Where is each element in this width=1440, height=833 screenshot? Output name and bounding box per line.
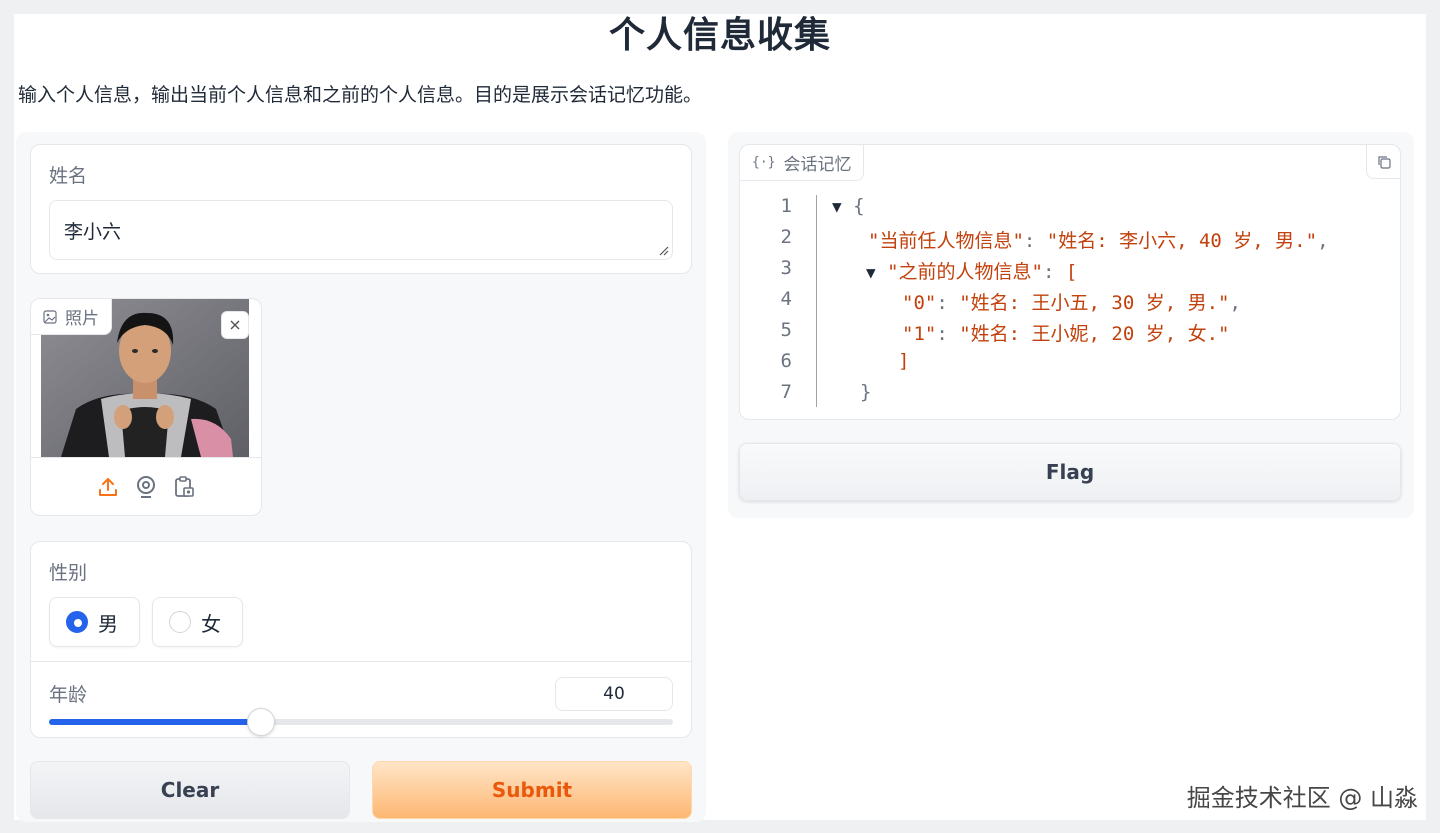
- radio-unselected-icon: [169, 611, 191, 633]
- gender-age-block: 性别 男 女 年龄 40: [30, 541, 692, 738]
- age-slider[interactable]: [49, 708, 673, 736]
- line-number: 7: [780, 381, 792, 403]
- gender-label: 性别: [49, 562, 88, 584]
- webcam-icon[interactable]: [134, 475, 158, 499]
- json-icon: {·}: [752, 155, 776, 170]
- line-number: 4: [780, 288, 792, 310]
- name-input[interactable]: 李小六: [49, 200, 673, 260]
- remove-photo-button[interactable]: [221, 311, 249, 339]
- page-description: 输入个人信息，输出当前个人信息和之前的个人信息。目的是展示会话记忆功能。: [18, 84, 703, 106]
- photo-source-toolbar: [31, 457, 261, 515]
- gender-option-female-label: 女: [201, 611, 221, 636]
- age-number-input[interactable]: 40: [555, 677, 673, 711]
- upload-icon[interactable]: [96, 475, 120, 499]
- json-value: "姓名: 王小妮, 20 岁, 女.": [959, 323, 1230, 345]
- app-window: 个人信息收集 输入个人信息，输出当前个人信息和之前的个人信息。目的是展示会话记忆…: [14, 14, 1426, 822]
- collapse-triangle-icon[interactable]: ▼: [832, 197, 842, 216]
- photo-label: 照片: [65, 309, 99, 329]
- image-icon: [43, 309, 57, 324]
- gender-option-female[interactable]: 女: [152, 597, 243, 647]
- line-number: 1: [780, 195, 792, 217]
- photo-label-tag: 照片: [31, 299, 112, 335]
- json-key: "当前任人物信息": [868, 230, 1024, 252]
- line-number: 6: [780, 350, 792, 372]
- submit-button[interactable]: Submit: [372, 761, 692, 819]
- gender-option-male[interactable]: 男: [49, 597, 140, 647]
- json-key: "之前的人物信息": [887, 261, 1043, 283]
- name-input-value: 李小六: [64, 221, 122, 243]
- watermark: 掘金技术社区 @ 山淼: [1186, 784, 1418, 812]
- line-number: 5: [780, 319, 792, 341]
- copy-button[interactable]: [1366, 145, 1400, 179]
- clipboard-icon[interactable]: [172, 475, 196, 499]
- json-value: "姓名: 王小五, 30 岁, 男.": [959, 292, 1230, 314]
- divider: [31, 661, 691, 662]
- photo-block: 照片: [30, 298, 262, 516]
- json-value: "姓名: 李小六, 40 岁, 男.": [1046, 230, 1318, 252]
- code-gutter-divider: [816, 195, 817, 407]
- age-slider-thumb[interactable]: [247, 708, 276, 736]
- line-number: 3: [780, 257, 792, 279]
- output-column: {·} 会话记忆 1 ▼ { 2 "当前任人物信息": "姓名: 李小六, 40…: [728, 132, 1414, 518]
- gender-option-male-label: 男: [98, 611, 118, 636]
- page-title: 个人信息收集: [608, 15, 831, 56]
- copy-icon: [1377, 155, 1391, 169]
- json-output-block: {·} 会话记忆 1 ▼ { 2 "当前任人物信息": "姓名: 李小六, 40…: [739, 144, 1401, 420]
- json-key: "0": [902, 292, 937, 314]
- json-label: 会话记忆: [783, 155, 852, 175]
- clear-button[interactable]: Clear: [30, 761, 350, 819]
- resize-handle-icon[interactable]: [659, 246, 669, 256]
- radio-selected-icon: [66, 611, 88, 633]
- flag-button[interactable]: Flag: [739, 443, 1401, 501]
- json-label-tag: {·} 会话记忆: [740, 145, 865, 181]
- json-key: "1": [902, 323, 937, 345]
- line-number: 2: [780, 226, 792, 248]
- age-label: 年龄: [49, 684, 88, 706]
- close-icon: [230, 320, 240, 330]
- name-label: 姓名: [49, 165, 88, 187]
- age-slider-fill: [49, 719, 262, 725]
- collapse-triangle-icon[interactable]: ▼: [866, 263, 876, 282]
- name-block: 姓名 李小六: [30, 144, 692, 274]
- input-column: 姓名 李小六 照片 性别 男 女 年龄 40 Clear Submit: [16, 132, 706, 822]
